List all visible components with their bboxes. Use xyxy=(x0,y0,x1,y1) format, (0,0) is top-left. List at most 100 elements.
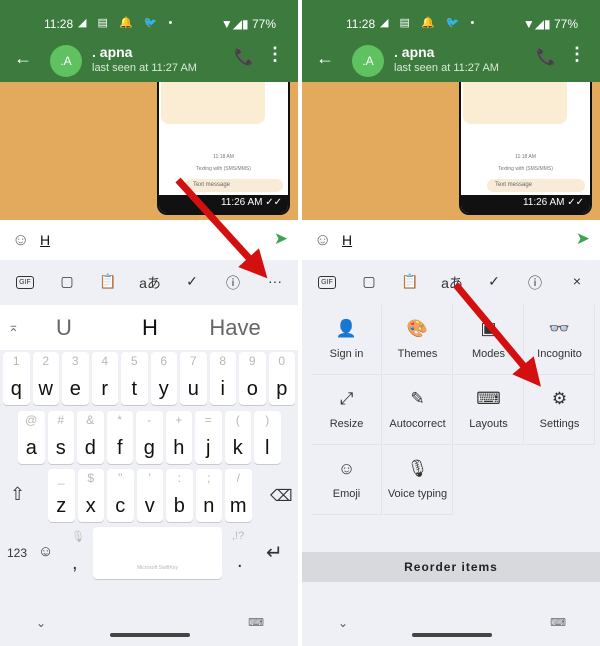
key-primary: d xyxy=(84,437,96,459)
back-arrow-icon[interactable]: ← xyxy=(316,48,334,69)
key-m[interactable]: / m xyxy=(225,469,252,522)
key-n[interactable]: ; n xyxy=(195,469,222,522)
home-gesture-bar[interactable] xyxy=(110,633,190,637)
send-icon[interactable]: ➤ xyxy=(576,229,590,249)
menu-item-themes[interactable]: 🎨 Themes xyxy=(383,305,453,375)
sticker-icon[interactable]: ▢ xyxy=(55,273,79,290)
menu-item-resize[interactable]: ⤢ Resize xyxy=(312,375,382,445)
key-t[interactable]: 5 t xyxy=(121,352,148,405)
more-vert-icon[interactable]: ⋮ xyxy=(568,44,586,65)
clipboard-icon[interactable]: 📋 xyxy=(398,273,422,290)
key-j[interactable]: = j xyxy=(195,411,222,464)
more-vert-icon[interactable]: ⋮ xyxy=(266,44,284,65)
close-button[interactable]: × xyxy=(565,273,589,289)
key-secondary: ' xyxy=(148,471,151,485)
key-d[interactable]: & d xyxy=(77,411,104,464)
key-c[interactable]: " c xyxy=(107,469,134,522)
key-o[interactable]: 9 o xyxy=(239,352,266,405)
menu-item-label: Voice typing xyxy=(387,488,448,500)
menu-item-sign-in[interactable]: 👤 Sign in xyxy=(312,305,382,375)
space-bar[interactable]: Microsoft SwiftKey xyxy=(93,527,222,579)
sticker-icon[interactable]: ▢ xyxy=(357,273,381,290)
key-secondary: 3 xyxy=(71,354,79,368)
suggestion[interactable]: U xyxy=(56,315,72,341)
emoji-key-icon[interactable]: ☺ xyxy=(38,543,53,560)
key-primary: t xyxy=(131,378,138,400)
collapse-icon[interactable]: ⌅ xyxy=(8,319,19,335)
suggestion[interactable]: Have xyxy=(209,315,260,341)
chat-area: 11:18 AM Texting with (SMS/MMS) Text mes… xyxy=(0,82,298,220)
gif-button[interactable]: GIF xyxy=(16,276,34,289)
gif-button[interactable]: GIF xyxy=(318,276,336,289)
translate-icon[interactable]: aあ xyxy=(138,273,162,293)
embedded-keyboard xyxy=(463,82,567,124)
key-w[interactable]: 2 w xyxy=(32,352,59,405)
avatar[interactable]: .A xyxy=(50,45,82,77)
enter-icon[interactable]: ↵ xyxy=(266,540,283,565)
menu-item-voice-typing[interactable]: 🎙 Voice typing xyxy=(383,445,453,515)
keyboard-switch-icon[interactable]: ⌨ xyxy=(550,616,566,629)
clipboard-icon[interactable]: 📋 xyxy=(96,273,120,290)
image-message[interactable]: 11:18 AM Texting with (SMS/MMS) Text mes… xyxy=(157,82,290,215)
key-f[interactable]: * f xyxy=(106,411,133,464)
suggestion[interactable]: H xyxy=(142,315,158,341)
key-s[interactable]: # s xyxy=(47,411,74,464)
message-input[interactable]: H xyxy=(342,232,352,248)
avatar[interactable]: .A xyxy=(352,45,384,77)
checkmark-icon[interactable]: ✓ xyxy=(482,273,506,290)
chevron-down-icon[interactable]: ⌄ xyxy=(338,616,348,630)
key-v[interactable]: ' v xyxy=(136,469,163,522)
keyboard-switch-icon[interactable]: ⌨ xyxy=(248,616,264,629)
key-b[interactable]: : b xyxy=(166,469,193,522)
shift-icon[interactable]: ⇧ xyxy=(10,484,25,505)
key-g[interactable]: - g xyxy=(136,411,163,464)
key-q[interactable]: 1 q xyxy=(3,352,30,405)
menu-item-modes[interactable]: ▣ Modes xyxy=(454,305,524,375)
key-i[interactable]: 8 i xyxy=(209,352,236,405)
reorder-items-button[interactable]: Reorder items xyxy=(302,552,600,582)
key-e[interactable]: 3 e xyxy=(62,352,89,405)
key-secondary: 6 xyxy=(160,354,168,368)
menu-item-layouts[interactable]: ⌨ Layouts xyxy=(454,375,524,445)
translate-icon[interactable]: aあ xyxy=(440,273,464,293)
home-gesture-bar[interactable] xyxy=(412,633,492,637)
menu-item-incognito[interactable]: 👓 Incognito xyxy=(525,305,595,375)
key-a[interactable]: @ a xyxy=(18,411,45,464)
battery-level: ▼◢▮ 77% xyxy=(522,17,578,31)
contact-name[interactable]: . apna xyxy=(394,44,434,60)
key-k[interactable]: ( k xyxy=(224,411,251,464)
key-r[interactable]: 4 r xyxy=(91,352,118,405)
chevron-down-icon[interactable]: ⌄ xyxy=(36,616,46,630)
key-x[interactable]: $ x xyxy=(77,469,104,522)
key-u[interactable]: 7 u xyxy=(180,352,207,405)
key-p[interactable]: 0 p xyxy=(268,352,295,405)
menu-item-settings[interactable]: ⚙ Settings xyxy=(525,375,595,445)
notification-icons: ◢ ▤ 🔔 🐦 • xyxy=(380,17,479,29)
menu-item-emoji[interactable]: ☺ Emoji xyxy=(312,445,382,515)
comma-key[interactable]: , xyxy=(72,552,78,575)
emoji-icon[interactable]: ☺ xyxy=(12,230,29,250)
key-h[interactable]: + h xyxy=(165,411,192,464)
period-alt-hint: ,!? xyxy=(232,530,245,542)
more-button[interactable]: ··· xyxy=(263,273,287,289)
menu-item-label: Modes xyxy=(471,348,506,360)
back-arrow-icon[interactable]: ← xyxy=(14,48,32,69)
message-input[interactable]: H xyxy=(40,232,50,248)
contact-name[interactable]: . apna xyxy=(92,44,132,60)
numbers-button[interactable]: 123 xyxy=(7,546,27,560)
menu-item-autocorrect[interactable]: ✎ Autocorrect xyxy=(383,375,453,445)
key-y[interactable]: 6 y xyxy=(150,352,177,405)
info-icon[interactable]: ⓘ xyxy=(221,273,245,293)
image-message[interactable]: 11:18 AM Texting with (SMS/MMS) Text mes… xyxy=(459,82,592,215)
status-bar: 11:28 ◢ ▤ 🔔 🐦 • ▼◢▮ 77% xyxy=(302,0,600,31)
emoji-icon[interactable]: ☺ xyxy=(314,230,331,250)
period-key[interactable]: . xyxy=(237,550,243,573)
key-z[interactable]: _ z xyxy=(48,469,75,522)
send-icon[interactable]: ➤ xyxy=(274,229,288,249)
key-l[interactable]: ) l xyxy=(254,411,281,464)
info-icon[interactable]: ⓘ xyxy=(523,273,547,293)
phone-icon[interactable]: 📞 xyxy=(536,47,556,67)
checkmark-icon[interactable]: ✓ xyxy=(180,273,204,290)
phone-icon[interactable]: 📞 xyxy=(234,47,254,67)
backspace-icon[interactable]: ⌫ xyxy=(270,486,293,506)
